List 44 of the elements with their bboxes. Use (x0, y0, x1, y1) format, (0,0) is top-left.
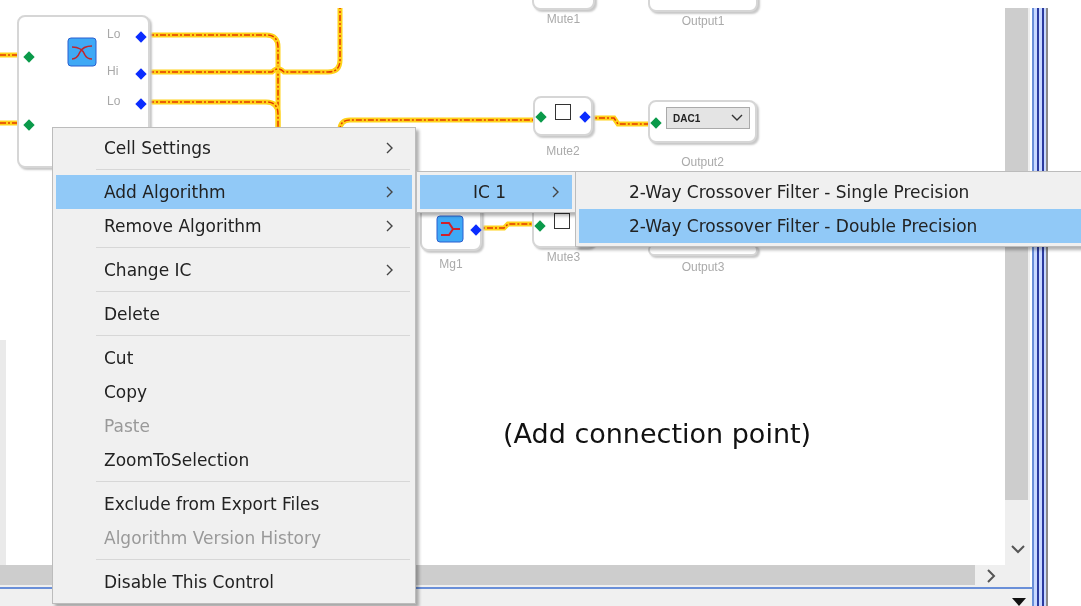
block-label: Mute3 (545, 250, 582, 264)
mute-block[interactable] (533, 96, 593, 136)
scroll-down-icon[interactable] (1011, 544, 1025, 554)
chevron-down-icon (731, 114, 743, 122)
block-label: Output3 (680, 260, 726, 274)
menu-item[interactable]: Remove Algorithm (56, 209, 412, 243)
block-label: Mg1 (438, 257, 464, 271)
output-port-icon[interactable] (470, 224, 482, 236)
port-label: Lo (107, 27, 121, 41)
dropdown-triangle-icon[interactable] (1012, 598, 1026, 606)
menu-item[interactable]: Change IC (56, 253, 412, 287)
block-label: Output1 (680, 14, 726, 28)
menu-item[interactable]: Add Algorithm (56, 175, 412, 209)
input-port-icon[interactable] (650, 117, 662, 129)
input-port-icon[interactable] (535, 111, 547, 123)
input-port-icon[interactable] (23, 119, 35, 131)
output-port-icon[interactable] (135, 68, 147, 80)
menu-item[interactable]: IC 1 (420, 175, 572, 209)
block-label: Mute2 (545, 144, 581, 158)
output-block[interactable]: DAC1 (648, 100, 757, 143)
port-label: Lo (107, 94, 121, 108)
dropdown[interactable]: DAC1 (666, 107, 750, 129)
menu-item[interactable]: Disable This Control (56, 565, 412, 599)
menu-item[interactable]: Cut (56, 341, 412, 375)
menu-item[interactable]: Delete (56, 297, 412, 331)
menu-item[interactable]: 2-Way Crossover Filter - Double Precision (579, 209, 1081, 243)
annotation-text: (Add connection point) (503, 418, 812, 449)
output-port-icon[interactable] (579, 111, 591, 123)
port-label: Hi (107, 64, 119, 78)
menu-item[interactable]: Copy (56, 375, 412, 409)
input-port-icon[interactable] (534, 220, 546, 232)
checkbox[interactable] (554, 213, 570, 229)
menu-item[interactable]: ZoomToSelection (56, 443, 412, 477)
crossover-icon (67, 37, 97, 67)
output-port-icon[interactable] (135, 31, 147, 43)
block-label: Mute1 (545, 12, 582, 26)
output-port-icon[interactable] (135, 98, 147, 110)
menu-item[interactable]: 2-Way Crossover Filter - Single Precision (579, 175, 1081, 209)
input-port-icon[interactable] (23, 51, 35, 63)
merge-icon (436, 215, 464, 243)
block-label: Output2 (680, 155, 725, 169)
menu-item[interactable]: Exclude from Export Files (56, 487, 412, 521)
checkbox[interactable] (555, 104, 571, 120)
scroll-right-icon[interactable] (986, 569, 996, 583)
